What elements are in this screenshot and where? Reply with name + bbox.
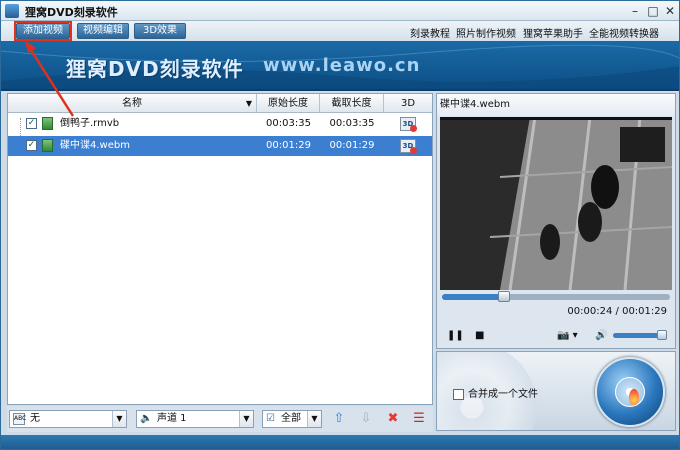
list-toolbar: ABC 无 ▼ 🔈 声道 1 ▼ ☑ 全部 ▼ ⇧ ⇩ ✖ ☰ [7,406,433,432]
title-bar: 狸窝DVD刻录软件 – □ ✕ [1,1,679,21]
seek-progress [442,294,504,300]
sort-arrow-icon: ▼ [245,99,252,108]
close-icon[interactable]: ✕ [662,4,678,18]
subtitle-value: 无 [30,413,40,424]
chevron-down-icon[interactable]: ▼ [239,411,253,427]
col-name-header[interactable]: 名称 ▼ [8,94,257,113]
snapshot-icon[interactable]: 📷 ▾ [557,330,578,341]
original-length: 00:03:35 [266,118,311,129]
audio-track-select[interactable]: 🔈 声道 1 ▼ [136,410,254,428]
banner: 狸窝DVD刻录软件 www.leawo.cn [1,41,679,91]
banner-title: 狸窝DVD刻录软件 [66,57,244,81]
3d-toggle-icon[interactable]: 3D [400,117,417,132]
delete-icon[interactable]: ✖ [384,411,402,427]
burn-button[interactable] [595,357,665,427]
row-checkbox[interactable]: ✓ [26,118,37,129]
status-bar [1,435,679,449]
subtitle-icon: ABC [13,413,26,425]
file-name: 碟中谍4.webm [60,140,130,151]
time-total: 00:01:29 [622,306,667,317]
seek-handle[interactable] [497,291,510,302]
time-readout: 00:00:24 / 00:01:29 [567,306,667,317]
maximize-icon[interactable]: □ [645,4,661,18]
app-icon [5,4,19,18]
list-header: 名称 ▼ 原始长度 截取长度 3D [8,94,432,113]
link-apple-helper[interactable]: 狸窝苹果助手 [523,25,583,40]
merge-label: 合并成一个文件 [468,389,538,400]
clip-length: 00:01:29 [329,140,375,151]
table-row[interactable]: ✓ 倒鸭子.rmvb 00:03:35 00:03:35 3D [8,114,432,134]
banner-url: www.leawo.cn [263,55,421,76]
move-up-icon[interactable]: ⇧ [330,411,348,427]
merge-checkbox[interactable] [453,388,464,400]
preview-panel: 碟中谍4.webm 00:00:24 / 00:01:29 ❚❚ ■ 📷 ▾ 🔊 [436,93,676,349]
file-name: 倒鸭子.rmvb [60,118,120,129]
video-file-icon [42,117,53,130]
pause-icon[interactable]: ❚❚ [447,330,464,341]
stop-icon[interactable]: ■ [475,330,484,341]
video-still-image [440,117,672,290]
select-all-value: 全部 [281,413,301,424]
menu-bar: 添加视频 视频编辑 3D效果 刻录教程 照片制作视频 狸窝苹果助手 全能视频转换… [1,21,679,41]
move-down-icon[interactable]: ⇩ [357,411,375,427]
subtitle-select[interactable]: ABC 无 ▼ [9,410,127,428]
col-name-label: 名称 [122,98,142,109]
seek-bar[interactable] [442,291,670,302]
volume-icon[interactable]: 🔊 [595,330,607,341]
add-video-button[interactable]: 添加视频 [16,23,70,39]
link-video-converter[interactable]: 全能视频转换器 [589,25,659,40]
select-all-combo[interactable]: ☑ 全部 ▼ [262,410,322,428]
clip-length: 00:03:35 [329,118,375,129]
time-separator: / [615,306,619,317]
original-length: 00:01:29 [266,140,311,151]
select-all-icon: ☑ [266,413,275,424]
video-edit-button[interactable]: 视频编辑 [77,23,129,39]
burn-panel: 合并成一个文件 [436,351,676,431]
link-photo-video[interactable]: 照片制作视频 [456,25,516,40]
video-frame[interactable] [440,117,672,290]
col-clip-header[interactable]: 截取长度 [320,94,384,113]
preview-title: 碟中谍4.webm [437,94,675,116]
chevron-down-icon[interactable]: ▼ [112,411,126,427]
3d-toggle-icon[interactable]: 3D [400,139,417,154]
time-current: 00:00:24 [567,306,613,317]
row-checkbox[interactable]: ✓ [26,140,37,151]
app-window: 狸窝DVD刻录软件 – □ ✕ 添加视频 视频编辑 3D效果 刻录教程 照片制作… [0,0,680,450]
col-3d-header[interactable]: 3D [384,94,432,113]
volume-slider[interactable] [613,330,668,340]
chevron-down-icon[interactable]: ▼ [307,411,321,427]
window-title: 狸窝DVD刻录软件 [25,6,118,19]
file-list-panel: 名称 ▼ 原始长度 截取长度 3D ✓ 倒鸭子.rmvb 00:03:35 00… [7,93,433,405]
col-original-header[interactable]: 原始长度 [257,94,320,113]
link-burn-tutorial[interactable]: 刻录教程 [410,25,450,40]
volume-handle[interactable] [657,330,668,340]
merge-option[interactable]: 合并成一个文件 [453,385,538,400]
speaker-icon: 🔈 [140,413,153,424]
video-file-icon [42,139,53,152]
clear-list-icon[interactable]: ☰ [410,411,428,427]
effect-3d-button[interactable]: 3D效果 [134,23,186,39]
table-row[interactable]: ✓ 碟中谍4.webm 00:01:29 00:01:29 3D [8,136,432,156]
minimize-icon[interactable]: – [627,4,643,18]
audio-track-value: 声道 1 [157,413,187,424]
